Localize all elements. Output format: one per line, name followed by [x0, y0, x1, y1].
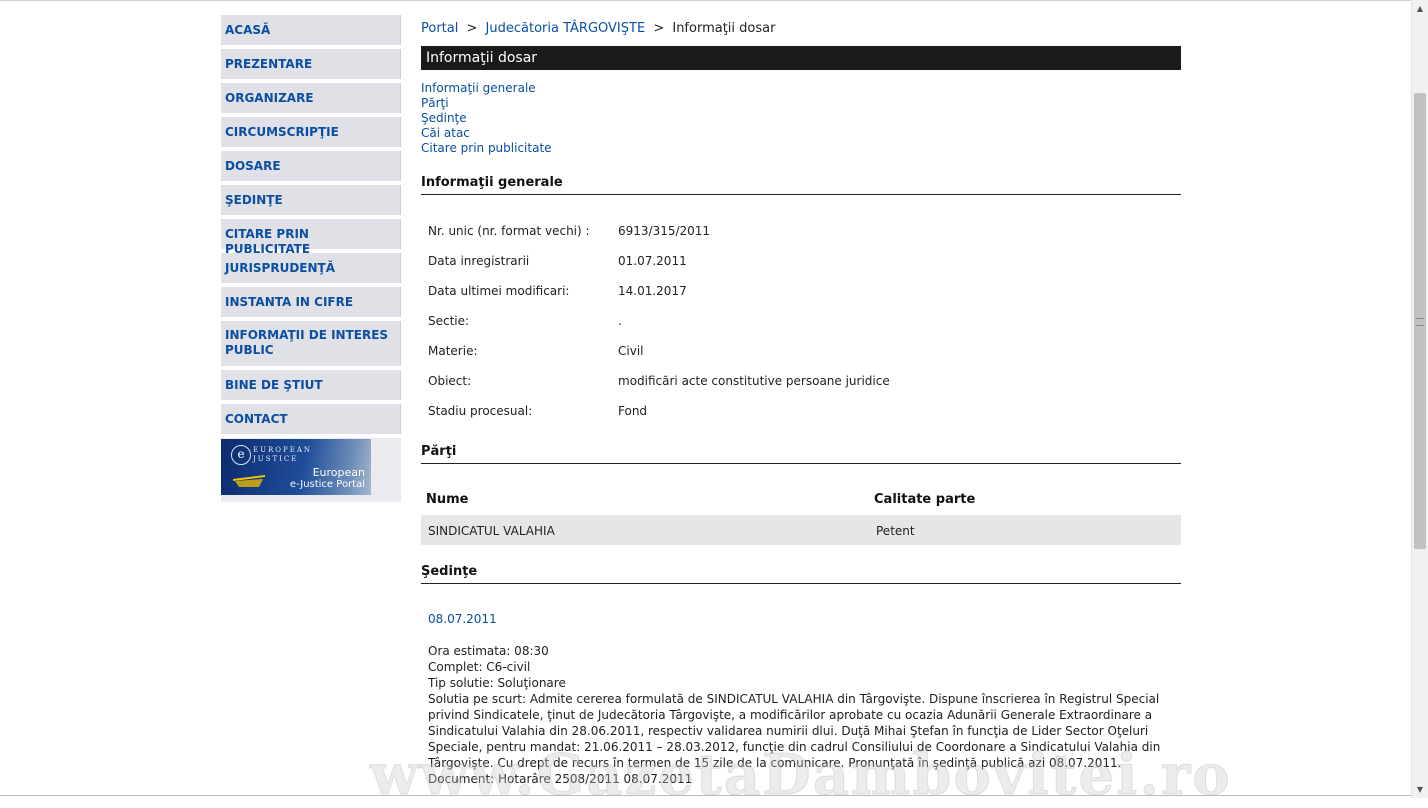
sidebar-item-contact[interactable]: CONTACT	[221, 404, 401, 434]
scroll-up-arrow-icon[interactable]: ▲	[1412, 0, 1428, 17]
hearing-solution-type: Tip solutie: Soluţionare	[428, 676, 566, 690]
info-label: Obiect:	[428, 374, 472, 388]
banner-title-2: e-Justice Portal	[289, 479, 365, 490]
hearing-time: Ora estimata: 08:30	[428, 644, 549, 658]
breadcrumb: Portal > Judecătoria TÂRGOVIŞTE > Inform…	[421, 21, 775, 36]
anchor-sedinte[interactable]: Şedinţe	[421, 111, 552, 126]
table-row: SINDICATUL VALAHIA Petent	[421, 515, 1181, 545]
hearing-date: 08.07.2011	[428, 612, 497, 626]
sidebar-item-bine-de-stiut[interactable]: BINE DE ŞTIUT	[221, 370, 401, 400]
vertical-scrollbar[interactable]: ▲ ▼	[1411, 0, 1428, 798]
column-header-nume: Nume	[426, 492, 469, 507]
column-header-calitate: Calitate parte	[874, 492, 976, 507]
info-value: 14.01.2017	[618, 284, 687, 298]
info-label: Stadiu procesual:	[428, 404, 533, 418]
info-value: Civil	[618, 344, 644, 358]
anchor-informatii-generale[interactable]: Informaţii generale	[421, 81, 552, 96]
ejustice-banner-link[interactable]: e EUROPEAN JUSTICE European e-Justice Po…	[221, 439, 371, 495]
sidebar-item-sedinte[interactable]: ŞEDINŢE	[221, 185, 401, 215]
scales-of-justice-icon	[233, 475, 265, 487]
breadcrumb-portal-link[interactable]: Portal	[421, 21, 458, 36]
top-border	[0, 0, 1411, 1]
hearing-details: Ora estimata: 08:30 Complet: C6-civil Ti…	[428, 643, 1178, 787]
anchor-parti[interactable]: Părţi	[421, 96, 552, 111]
sidebar-item-dosare[interactable]: DOSARE	[221, 151, 401, 181]
sidebar-item-prezentare[interactable]: PREZENTARE	[221, 49, 401, 79]
info-label: Nr. unic (nr. format vechi) :	[428, 224, 590, 238]
sidebar-nav: ACASĂ PREZENTARE ORGANIZARE CIRCUMSCRIPŢ…	[221, 15, 401, 438]
breadcrumb-current: Informaţii dosar	[672, 21, 776, 36]
section-heading-parti: Părţi	[421, 444, 1181, 464]
sidebar-item-citare[interactable]: CITARE PRIN PUBLICITATE	[221, 219, 401, 256]
anchor-cai-atac[interactable]: Căi atac	[421, 126, 552, 141]
sidebar-item-organizare[interactable]: ORGANIZARE	[221, 83, 401, 113]
scroll-down-arrow-icon[interactable]: ▼	[1412, 781, 1428, 798]
banner-title-1: European	[312, 466, 365, 479]
ejustice-banner[interactable]: e EUROPEAN JUSTICE European e-Justice Po…	[221, 439, 371, 495]
section-anchor-list: Informaţii generale Părţi Şedinţe Căi at…	[421, 81, 552, 156]
banner-line-2: JUSTICE	[253, 455, 299, 463]
info-label: Data ultimei modificari:	[428, 284, 570, 298]
sidebar-item-circumscriptie[interactable]: CIRCUMSCRIPŢIE	[221, 117, 401, 147]
hearing-document: Document: Hotarâre 2508/2011 08.07.2011	[428, 772, 693, 786]
bottom-border	[0, 795, 1411, 796]
anchor-citare[interactable]: Citare prin publicitate	[421, 141, 552, 156]
party-role: Petent	[876, 524, 915, 538]
info-value: Fond	[618, 404, 648, 418]
breadcrumb-separator: >	[653, 21, 665, 36]
breadcrumb-separator: >	[466, 21, 478, 36]
sidebar-item-jurisprudenta[interactable]: JURISPRUDENŢĂ	[221, 253, 401, 283]
hearing-solution-summary: Solutia pe scurt: Admite cererea formula…	[428, 692, 1161, 770]
hearing-panel: Complet: C6-civil	[428, 660, 531, 674]
info-value: .	[618, 314, 622, 328]
info-label: Materie:	[428, 344, 478, 358]
banner-line-1: EUROPEAN	[253, 446, 313, 454]
info-value: 6913/315/2011	[618, 224, 711, 238]
party-name: SINDICATUL VALAHIA	[428, 524, 555, 538]
page-title: Informaţii dosar	[421, 46, 1181, 70]
section-heading-general: Informaţii generale	[421, 175, 1181, 195]
breadcrumb-court-link[interactable]: Judecătoria TÂRGOVIŞTE	[486, 21, 646, 36]
info-label: Sectie:	[428, 314, 470, 328]
scrollbar-grip-icon	[1416, 318, 1424, 326]
ejustice-logo-icon: e	[231, 445, 251, 465]
sidebar-item-informatii-interes-public[interactable]: INFORMAŢII DE INTERES PUBLIC	[221, 321, 401, 366]
section-heading-sedinte: Şedinţe	[421, 564, 1181, 584]
sidebar-item-acasa[interactable]: ACASĂ	[221, 15, 401, 45]
info-value: 01.07.2011	[618, 254, 687, 268]
sidebar-item-instanta-in-cifre[interactable]: INSTANTA IN CIFRE	[221, 287, 401, 317]
info-value: modificări acte constitutive persoane ju…	[618, 374, 890, 388]
info-label: Data inregistrarii	[428, 254, 530, 268]
